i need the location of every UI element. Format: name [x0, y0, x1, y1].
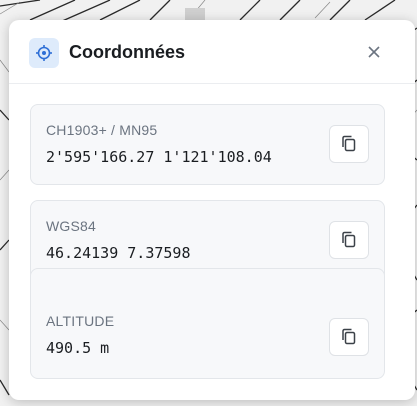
close-button[interactable]	[364, 42, 384, 62]
copy-icon	[342, 231, 356, 248]
coordinate-label: CH1903+ / MN95	[46, 122, 158, 138]
coordinate-card-ch1903: CH1903+ / MN95 2'595'166.27 1'121'108.04	[30, 104, 385, 185]
copy-icon	[342, 135, 356, 152]
coordinate-value: 46.24139 7.37598	[46, 244, 191, 262]
coordinate-card-altitude: ALTITUDE 490.5 m	[30, 268, 385, 379]
coordinate-label: WGS84	[46, 218, 97, 234]
coordinate-value: 490.5 m	[46, 339, 110, 357]
copy-icon	[342, 328, 356, 345]
panel-header: Coordonnées	[9, 20, 415, 84]
copy-button[interactable]	[329, 221, 369, 259]
copy-button[interactable]	[329, 318, 369, 356]
coordinate-label: ALTITUDE	[46, 313, 115, 329]
close-icon	[368, 46, 380, 58]
panel-title: Coordonnées	[69, 42, 186, 62]
copy-button[interactable]	[329, 125, 369, 163]
coordinate-value: 2'595'166.27 1'121'108.04	[46, 148, 272, 166]
coordinates-panel: Coordonnées CH1903+ / MN95 2'595'166.27 …	[9, 20, 415, 400]
crosshair-icon	[29, 38, 59, 68]
